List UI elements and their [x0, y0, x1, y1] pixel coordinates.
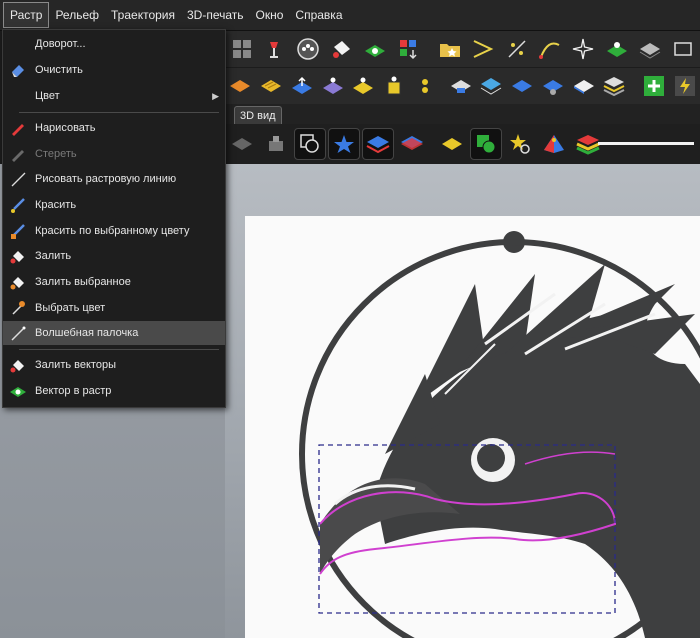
- fill-bucket-icon[interactable]: [327, 34, 356, 64]
- color-squares-icon[interactable]: [394, 34, 423, 64]
- shape-select-icon[interactable]: [294, 128, 326, 160]
- menu-separator: [19, 112, 219, 113]
- blue-tile-icon[interactable]: [509, 71, 536, 101]
- menu-item-magic-wand[interactable]: Волшебная палочка: [3, 321, 225, 345]
- layers-grey-icon[interactable]: [635, 34, 664, 64]
- grey-box-icon[interactable]: [261, 129, 291, 159]
- orange-diamond-icon[interactable]: [227, 71, 254, 101]
- brush-icon: [9, 196, 27, 214]
- green-shapes-icon[interactable]: [470, 128, 502, 160]
- menu-item-label: Доворот...: [35, 38, 86, 50]
- menu-item-fill-vectors[interactable]: Залить векторы: [3, 353, 225, 377]
- raster-menu-dropdown: Доворот... Очистить Цвет ▶ Нарисовать Ст…: [2, 29, 226, 408]
- menu-item-erase: Стереть: [3, 142, 225, 166]
- green-stack-icon[interactable]: [602, 34, 631, 64]
- grey-diamond-icon[interactable]: [227, 129, 257, 159]
- menu-item-raster-line[interactable]: Рисовать растровую линию: [3, 167, 225, 191]
- layered-stack-icon[interactable]: [601, 71, 628, 101]
- fill-bucket-icon: [9, 247, 27, 265]
- menu-item-label: Выбрать цвет: [35, 302, 106, 314]
- magic-wand-icon: [9, 324, 27, 342]
- menu-item-label: Залить векторы: [35, 359, 116, 371]
- yellow-add-icon[interactable]: [350, 71, 377, 101]
- red-layer-icon[interactable]: [397, 129, 427, 159]
- toolbar-row-1: [225, 31, 700, 67]
- menu-item-label: Волшебная палочка: [35, 327, 139, 339]
- angle-icon[interactable]: [468, 34, 497, 64]
- menu-item-paint[interactable]: Красить: [3, 193, 225, 217]
- folder-star-icon[interactable]: [435, 34, 464, 64]
- red-pencil-icon: [9, 119, 27, 137]
- menu-item-label: Красить по выбранному цвету: [35, 225, 190, 237]
- menu-item-label: Залить выбранное: [35, 276, 131, 288]
- menu-window[interactable]: Окно: [250, 3, 290, 27]
- toolbar-row-2: [225, 68, 700, 104]
- lightning-icon[interactable]: [671, 71, 698, 101]
- tab-3d-view[interactable]: 3D вид: [234, 106, 282, 125]
- lamp-icon[interactable]: [260, 34, 289, 64]
- tab-strip: [225, 104, 700, 124]
- purple-node-icon[interactable]: [319, 71, 346, 101]
- menu-raster[interactable]: Растр: [3, 2, 50, 28]
- brush-color-icon: [9, 222, 27, 240]
- submenu-arrow-icon: ▶: [212, 90, 219, 101]
- white-layer-icon[interactable]: [447, 71, 474, 101]
- menu-help[interactable]: Справка: [289, 3, 348, 27]
- menubar: Растр Рельеф Траектория 3D-печать Окно С…: [0, 0, 700, 31]
- yellow-stripes-icon[interactable]: [258, 71, 285, 101]
- menu-separator: [19, 349, 219, 350]
- star-burst-icon[interactable]: [569, 34, 598, 64]
- menu-relief[interactable]: Рельеф: [49, 3, 105, 27]
- yellow-square-icon[interactable]: [381, 71, 408, 101]
- green-plus-icon[interactable]: [641, 71, 668, 101]
- panel-icon[interactable]: [669, 34, 698, 64]
- menu-item-draw[interactable]: Нарисовать: [3, 116, 225, 140]
- menu-item-fill[interactable]: Залить: [3, 244, 225, 268]
- node-circle-icon[interactable]: [294, 34, 323, 64]
- menu-3d-print[interactable]: 3D-печать: [181, 3, 250, 27]
- menu-item-label: Стереть: [35, 148, 77, 160]
- small-node-icon[interactable]: [411, 71, 438, 101]
- viewport-2d[interactable]: [225, 164, 700, 638]
- menu-item-label: Цвет: [35, 90, 60, 102]
- menu-item-pick-color[interactable]: Выбрать цвет: [3, 296, 225, 320]
- gray-pencil-icon: [9, 145, 27, 163]
- grid-icon[interactable]: [227, 34, 256, 64]
- view-slider[interactable]: [598, 142, 694, 145]
- eraser-icon: [9, 61, 27, 79]
- blue-layer-sel-icon[interactable]: [362, 128, 394, 160]
- vector-to-raster-icon: [9, 382, 27, 400]
- menu-item-paint-selected-color[interactable]: Красить по выбранному цвету: [3, 219, 225, 243]
- scissors-vector-icon[interactable]: [502, 34, 531, 64]
- menu-item-label: Красить: [35, 199, 77, 211]
- menu-item-label: Нарисовать: [35, 122, 96, 134]
- menu-toolpath[interactable]: Траектория: [105, 3, 181, 27]
- menu-item-label: Очистить: [35, 64, 83, 76]
- eagle-artwork: [299, 231, 700, 638]
- menu-item-fill-selected[interactable]: Залить выбранное: [3, 270, 225, 294]
- blue-up-layer-icon[interactable]: [288, 71, 315, 101]
- blue-layers-icon[interactable]: [478, 71, 505, 101]
- gear-layer-icon[interactable]: [540, 71, 567, 101]
- line-icon: [9, 170, 27, 188]
- curve-icon[interactable]: [535, 34, 564, 64]
- eyedropper-icon: [9, 299, 27, 317]
- pyramid-icon[interactable]: [539, 129, 569, 159]
- menu-item-clear[interactable]: Очистить: [3, 58, 225, 82]
- menu-item-label: Вектор в растр: [35, 385, 112, 397]
- yellow-tile-icon[interactable]: [437, 129, 467, 159]
- menu-item-rotate[interactable]: Доворот...: [3, 32, 225, 56]
- blue-star-icon[interactable]: [328, 128, 360, 160]
- menu-item-color[interactable]: Цвет ▶: [3, 84, 225, 108]
- menu-item-label: Залить: [35, 250, 72, 262]
- fill-selected-icon: [9, 273, 27, 291]
- fill-vectors-icon: [9, 356, 27, 374]
- menu-item-label: Рисовать растровую линию: [35, 173, 177, 185]
- menu-item-vector-to-raster[interactable]: Вектор в растр: [3, 379, 225, 403]
- white-tile-icon[interactable]: [570, 71, 597, 101]
- green-diamond-icon[interactable]: [361, 34, 390, 64]
- star-zoom-icon[interactable]: [505, 129, 535, 159]
